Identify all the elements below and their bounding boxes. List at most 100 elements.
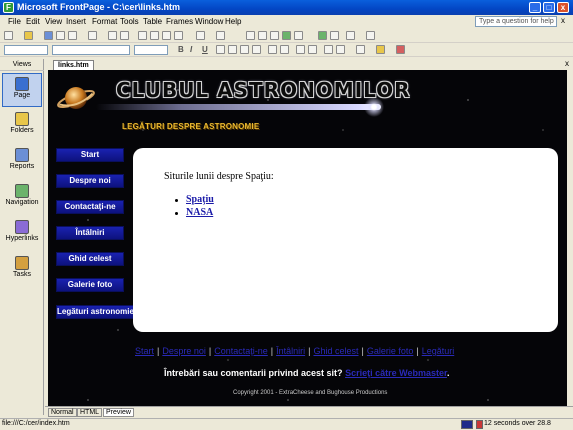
view-page[interactable]: Page [2, 73, 42, 107]
tab-normal[interactable]: Normal [48, 408, 77, 417]
help-search-input[interactable]: Type a question for help [475, 16, 557, 27]
help-icon[interactable] [366, 31, 375, 40]
save-icon[interactable] [44, 31, 53, 40]
nav-despre-noi-button[interactable]: Despre noi [56, 174, 124, 188]
footer-link-ghid-celest[interactable]: Ghid celest [313, 346, 358, 356]
insert-layer-icon[interactable] [270, 31, 279, 40]
webmaster-link[interactable]: Scrieţi către Webmaster [345, 368, 447, 378]
undo-icon[interactable] [196, 31, 205, 40]
view-hyperlinks[interactable]: Hyperlinks [2, 217, 42, 251]
menu-table[interactable]: Table [143, 17, 162, 26]
font-select[interactable] [52, 45, 130, 55]
download-time: 12 seconds over 28.8 [484, 420, 551, 427]
views-header: Views [0, 59, 44, 71]
menu-format[interactable]: Format [92, 17, 117, 26]
minimize-button[interactable]: _ [529, 2, 541, 13]
view-tasks[interactable]: Tasks [2, 253, 42, 287]
align-right-icon[interactable] [240, 45, 249, 54]
hyperlinks-icon [15, 220, 29, 234]
decrease-font-icon[interactable] [280, 45, 289, 54]
logo-swoosh [96, 104, 381, 110]
print-icon[interactable] [68, 31, 77, 40]
copy-icon[interactable] [150, 31, 159, 40]
nav-contact-button[interactable]: Contactaţi-ne [56, 200, 124, 214]
menu-frames[interactable]: Frames [166, 17, 193, 26]
font-color-icon[interactable] [396, 45, 405, 54]
paste-icon[interactable] [162, 31, 171, 40]
footer-link-start[interactable]: Start [135, 346, 154, 356]
preview-icon[interactable] [120, 31, 129, 40]
view-navigation-label: Navigation [5, 199, 39, 206]
numbering-icon[interactable] [296, 45, 305, 54]
view-folders[interactable]: Folders [2, 109, 42, 143]
nav-ghid-celest-button[interactable]: Ghid celest [56, 252, 124, 266]
view-reports[interactable]: Reports [2, 145, 42, 179]
nav-galerie-foto-button[interactable]: Galerie foto [56, 278, 124, 292]
open-folder-icon[interactable] [24, 31, 33, 40]
nav-legaturi-button[interactable]: Legături astronomie [56, 305, 134, 319]
help-close-icon[interactable]: x [561, 16, 565, 25]
tab-html[interactable]: HTML [77, 408, 103, 417]
border-icon[interactable] [356, 45, 365, 54]
menu-insert[interactable]: Insert [66, 17, 86, 26]
insert-picture-icon[interactable] [282, 31, 291, 40]
footer-link-intalniri[interactable]: Întâlniri [276, 346, 305, 356]
close-document-icon[interactable]: x [565, 59, 569, 68]
format-painter-icon[interactable] [174, 31, 183, 40]
cut-icon[interactable] [138, 31, 147, 40]
folder-icon [15, 112, 29, 126]
menu-view[interactable]: View [45, 17, 62, 26]
tab-links-htm[interactable]: links.htm [53, 60, 94, 70]
web-component-icon[interactable] [246, 31, 255, 40]
frontpage-icon[interactable]: F [3, 2, 14, 13]
increase-indent-icon[interactable] [336, 45, 345, 54]
menu-window[interactable]: Window [195, 17, 223, 26]
align-center-icon[interactable] [228, 45, 237, 54]
nav-intalniri-button[interactable]: Întâlniri [56, 226, 124, 240]
bullets-icon[interactable] [308, 45, 317, 54]
document-tab-bar: links.htm x [45, 59, 573, 70]
maximize-button[interactable]: □ [543, 2, 555, 13]
increase-font-icon[interactable] [268, 45, 277, 54]
refresh-icon[interactable] [330, 31, 339, 40]
new-page-icon[interactable] [4, 31, 13, 40]
nav-start-button[interactable]: Start [56, 148, 124, 162]
view-hyperlinks-label: Hyperlinks [5, 235, 39, 242]
justify-icon[interactable] [252, 45, 261, 54]
style-select[interactable] [4, 45, 48, 55]
underline-icon[interactable]: U [202, 45, 208, 54]
view-navigation[interactable]: Navigation [2, 181, 42, 215]
footer-link-contact[interactable]: Contactaţi-ne [214, 346, 268, 356]
drawing-icon[interactable] [294, 31, 303, 40]
menu-file[interactable]: File [8, 17, 21, 26]
show-all-icon[interactable] [346, 31, 355, 40]
link-spatiu[interactable]: Spaţiu [186, 194, 214, 205]
align-left-icon[interactable] [216, 45, 225, 54]
question-text: Întrebări sau comentarii privind acest s… [164, 368, 343, 378]
insert-table-icon[interactable] [88, 31, 97, 40]
footer-link-despre-noi[interactable]: Despre noi [162, 346, 206, 356]
size-select[interactable] [134, 45, 168, 55]
close-window-button[interactable]: x [557, 2, 569, 13]
publish-icon[interactable] [56, 31, 65, 40]
footer-separator: | [416, 346, 419, 356]
standard-toolbar [0, 29, 573, 43]
connection-icon [461, 420, 473, 429]
status-bar: file:///C:/cer/index.htm 12 seconds over… [0, 418, 573, 430]
menu-edit[interactable]: Edit [26, 17, 40, 26]
tab-preview[interactable]: Preview [103, 408, 134, 417]
menu-tools[interactable]: Tools [120, 17, 139, 26]
footer-link-galerie-foto[interactable]: Galerie foto [367, 346, 414, 356]
insert-table2-icon[interactable] [258, 31, 267, 40]
bold-icon[interactable]: B [178, 45, 184, 54]
highlight-icon[interactable] [376, 45, 385, 54]
footer-separator: | [270, 346, 274, 356]
footer-link-legaturi[interactable]: Legături [422, 346, 455, 356]
italic-icon[interactable]: I [190, 45, 192, 54]
decrease-indent-icon[interactable] [324, 45, 333, 54]
link-nasa[interactable]: NASA [186, 207, 213, 218]
menu-help[interactable]: Help [225, 17, 241, 26]
redo-icon[interactable] [216, 31, 225, 40]
hyperlink-icon[interactable] [318, 31, 327, 40]
spelling-icon[interactable] [108, 31, 117, 40]
